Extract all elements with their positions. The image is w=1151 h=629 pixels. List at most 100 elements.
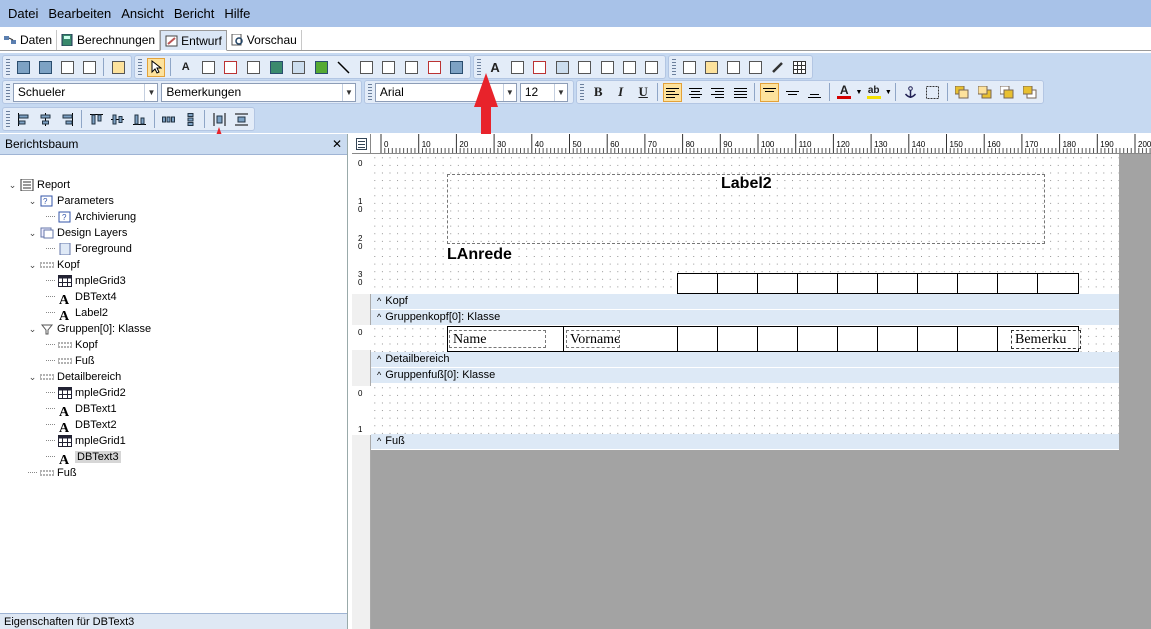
expand-toggle-icon[interactable]: ⌄ <box>28 196 37 207</box>
label-tool-icon[interactable]: A <box>176 58 195 77</box>
toolbar-grip[interactable] <box>672 59 676 75</box>
valign-top-icon[interactable] <box>760 82 779 102</box>
tree-node[interactable]: mpleGrid3 <box>46 273 126 289</box>
collapse-icon[interactable]: ^ <box>377 312 381 322</box>
richtext-tool-icon[interactable] <box>222 58 241 77</box>
align-lefts-icon[interactable] <box>15 110 33 129</box>
send-back-icon[interactable] <box>975 83 994 102</box>
calc-tool-icon[interactable] <box>244 58 263 77</box>
tree-node[interactable]: A DBText1 <box>46 401 117 420</box>
expand-toggle-icon[interactable]: ⌄ <box>28 228 37 239</box>
dbcalc-tool-icon[interactable] <box>553 58 571 77</box>
menu-hilfe[interactable]: Hilfe <box>219 0 255 27</box>
space-horizontally-icon[interactable] <box>160 110 178 129</box>
toolbar-grip[interactable] <box>138 59 142 75</box>
expand-toggle-icon[interactable]: ⌄ <box>28 372 37 383</box>
memo-tool-icon[interactable] <box>199 58 218 77</box>
toolbar-grip[interactable] <box>580 84 584 100</box>
expand-toggle-icon[interactable]: ⌄ <box>28 324 37 335</box>
header-band[interactable]: Label2 LAnrede <box>371 154 1119 294</box>
fontsize-select[interactable]: 12 ▼ <box>519 82 568 102</box>
lanrede-label[interactable]: LAnrede <box>447 246 512 264</box>
chevron-down-icon[interactable]: ▼ <box>885 89 892 96</box>
collapse-icon[interactable]: ^ <box>377 370 381 380</box>
anchor-icon[interactable] <box>901 83 920 102</box>
select-pointer-icon[interactable] <box>146 57 166 77</box>
datasource-select[interactable]: Schueler ▼ <box>12 82 159 102</box>
dbbarcode-tool-icon[interactable] <box>598 58 616 77</box>
backward-icon[interactable] <box>1020 83 1039 102</box>
band-bar-detailbereich[interactable]: ^ Detailbereich <box>371 352 1119 367</box>
chevron-down-icon[interactable]: ▼ <box>502 83 516 101</box>
detail-band[interactable]: Name Vorname Bemerku <box>371 325 1119 352</box>
chevron-down-icon[interactable]: ▼ <box>342 83 355 101</box>
tree-node[interactable]: mpleGrid2 <box>46 385 126 401</box>
toolbar-grip[interactable] <box>368 84 372 100</box>
toolbar-grip[interactable] <box>6 111 10 127</box>
menu-datei[interactable]: Datei <box>3 0 43 27</box>
menu-bearbeiten[interactable]: Bearbeiten <box>43 0 116 27</box>
align-horizontal-centers-icon[interactable] <box>37 110 55 129</box>
band-bar-gruppenfuss[interactable]: ^ Gruppenfuß[0]: Klasse <box>371 368 1119 383</box>
dbchart-tool-icon[interactable] <box>643 58 661 77</box>
chevron-down-icon[interactable]: ▼ <box>144 83 157 101</box>
align-left-icon[interactable] <box>663 82 682 102</box>
align-right-icon[interactable] <box>708 83 727 102</box>
valign-bottom-icon[interactable] <box>805 83 824 102</box>
tab-berechnungen[interactable]: Berechnungen <box>57 30 161 50</box>
space-vertically-icon[interactable] <box>182 110 200 129</box>
tree-node[interactable]: Foreground <box>46 241 132 257</box>
underline-button[interactable]: U <box>634 83 653 102</box>
ruler-corner-icon[interactable] <box>352 134 371 154</box>
highlight-color-icon[interactable]: ab <box>864 83 883 102</box>
dbtext-name[interactable]: Name <box>449 330 546 348</box>
grid-tool-icon[interactable] <box>790 58 808 77</box>
spellcheck-icon[interactable] <box>58 58 76 77</box>
page-break-tool-icon[interactable] <box>703 58 721 77</box>
image-tool-icon[interactable] <box>289 58 308 77</box>
crosstab-tool-icon[interactable] <box>425 58 444 77</box>
report-settings-icon[interactable] <box>15 58 33 77</box>
tab-entwurf[interactable]: Entwurf <box>160 30 227 51</box>
tab-daten[interactable]: Daten <box>0 30 58 50</box>
collapse-icon[interactable]: ^ <box>377 354 381 364</box>
tree-node[interactable]: A DBText3 <box>46 449 121 468</box>
teechart-tool-icon[interactable] <box>724 58 742 77</box>
tree-node[interactable]: ⌄? Parameters <box>28 193 114 209</box>
bold-button[interactable]: B <box>589 83 608 102</box>
band-bar-gruppenkopf[interactable]: ^ Gruppenkopf[0]: Klasse <box>371 310 1119 325</box>
align-vertical-centers-icon[interactable] <box>109 110 127 129</box>
band-bar-fuss[interactable]: ^ Fuß <box>371 434 1119 449</box>
system-var-icon[interactable] <box>267 58 286 77</box>
collapse-icon[interactable]: ^ <box>377 436 381 446</box>
table-tool-icon[interactable] <box>447 58 466 77</box>
label2-box[interactable]: Label2 <box>447 174 1045 244</box>
align-center-icon[interactable] <box>686 83 705 102</box>
signature-tool-icon[interactable] <box>746 58 764 77</box>
line-tool-icon[interactable] <box>335 58 354 77</box>
dbtext-vorname[interactable]: Vorname <box>566 330 620 348</box>
tree-node[interactable]: Fuß <box>46 353 95 369</box>
close-box-tool-icon[interactable] <box>402 58 421 77</box>
dbmemo-tool-icon[interactable] <box>508 58 526 77</box>
border-icon[interactable] <box>923 83 942 102</box>
tree-node[interactable]: Fuß <box>28 465 77 481</box>
italic-button[interactable]: I <box>611 83 630 102</box>
tab-vorschau[interactable]: Vorschau <box>227 30 302 50</box>
tree-node[interactable]: ⌄ Design Layers <box>28 225 128 241</box>
menu-ansicht[interactable]: Ansicht <box>116 0 169 27</box>
font-color-icon[interactable]: A <box>835 83 854 102</box>
header-grid[interactable] <box>677 273 1079 294</box>
forward-icon[interactable] <box>998 83 1017 102</box>
menu-bericht[interactable]: Bericht <box>169 0 219 27</box>
center-horizontally-icon[interactable] <box>210 110 228 129</box>
page-setup-icon[interactable] <box>109 58 127 77</box>
tree-node[interactable]: mpleGrid1 <box>46 433 126 449</box>
valign-middle-icon[interactable] <box>783 83 802 102</box>
align-justify-icon[interactable] <box>731 83 750 102</box>
collapse-icon[interactable]: ^ <box>377 296 381 306</box>
pen-tool-icon[interactable] <box>768 58 786 77</box>
chevron-down-icon[interactable]: ▼ <box>855 89 862 96</box>
fit-icon[interactable] <box>80 58 98 77</box>
dbrichtext-tool-icon[interactable] <box>531 58 549 77</box>
